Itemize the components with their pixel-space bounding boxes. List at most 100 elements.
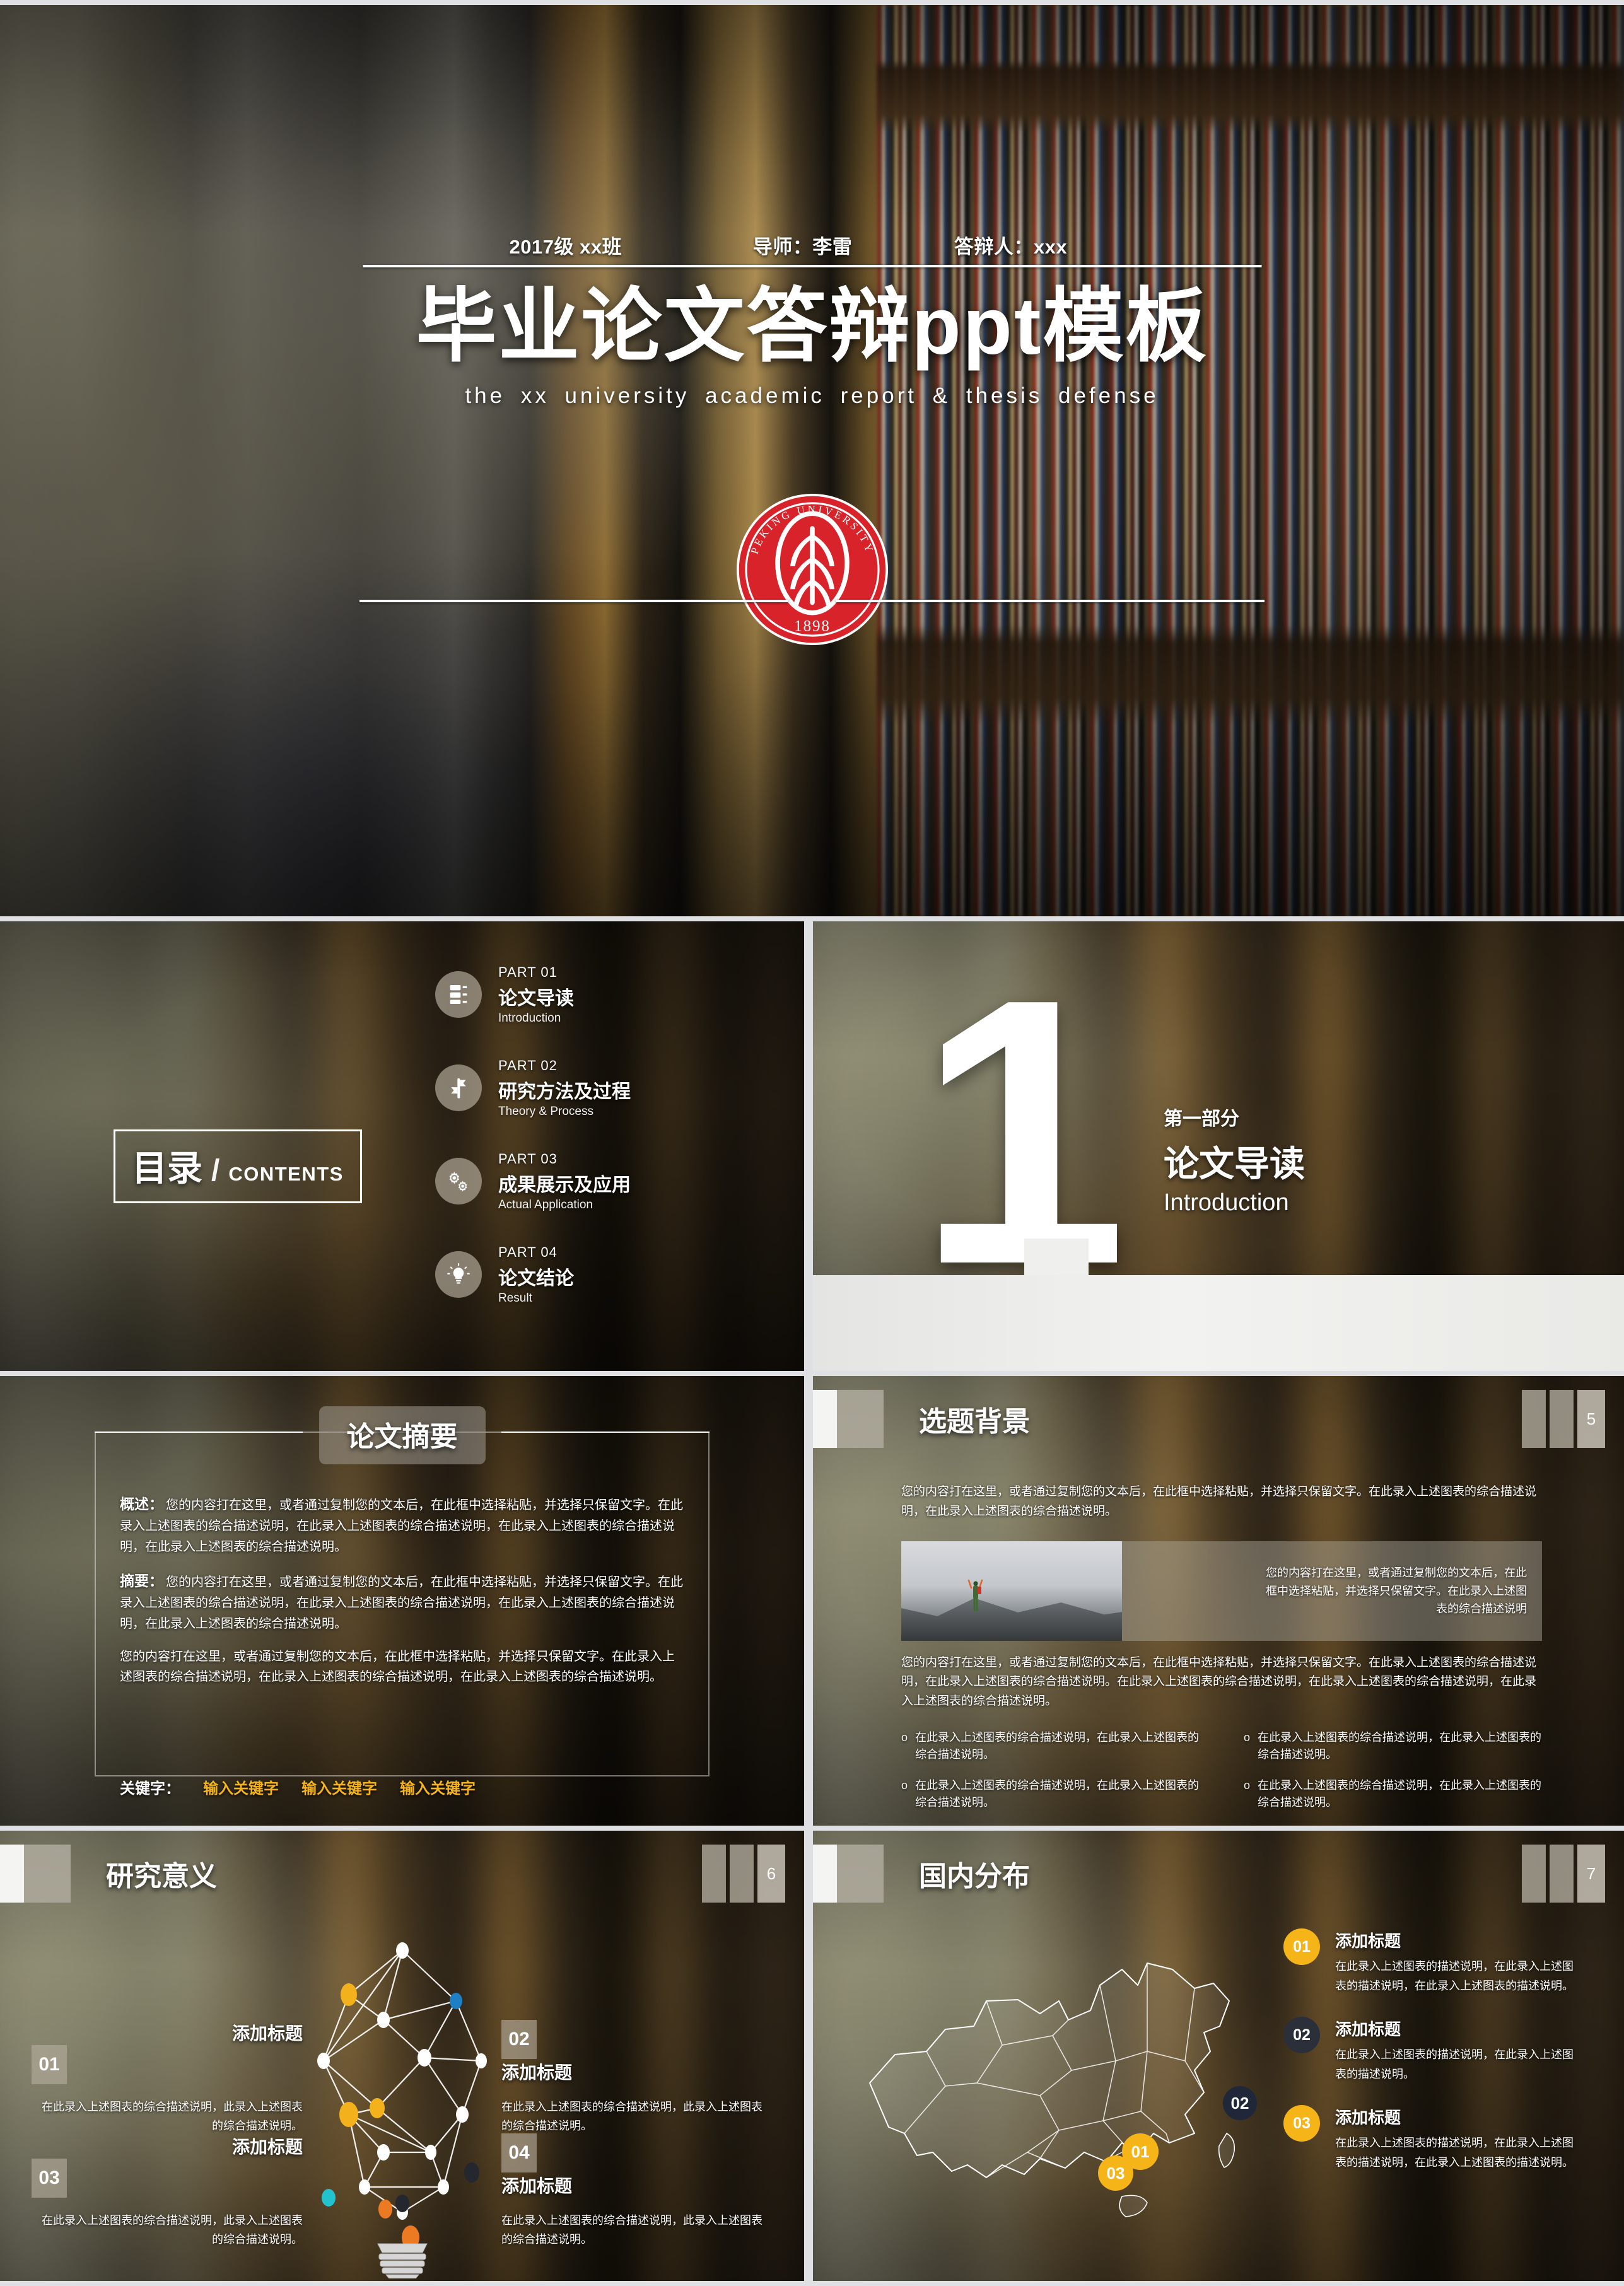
distribution-item-03[interactable]: 03 添加标题 在此录入上述图表的描述说明，在此录入上述图表的描述说明，在此录入… xyxy=(1283,2105,1580,2172)
topic-image-card: 您的内容打在这里，或者通过复制您的文本后，在此框中选择粘贴，并选择只保留文字。在… xyxy=(901,1541,1542,1641)
slide-topic-background[interactable]: 选题背景 5 您的内容打在这里，或者通过复制您的文本后，在此框中选择粘贴，并选择… xyxy=(813,1376,1624,1826)
abstract-rule-left xyxy=(95,1432,303,1433)
keyword-1[interactable]: 输入关键字 xyxy=(203,1776,279,1798)
significance-title-02: 添加标题 xyxy=(501,2063,573,2082)
meta-presenter: 答辩人：xxx xyxy=(954,236,1068,258)
keyword-3[interactable]: 输入关键字 xyxy=(400,1776,476,1798)
abstract-rule-right xyxy=(501,1432,710,1433)
slide-contents[interactable]: 目录 / CONTENTS PART 01 论文导读 Introduction xyxy=(0,921,804,1371)
contents-en-03: Actual Application xyxy=(498,1198,593,1211)
topic-bullet-list: o 在此录入上述图表的综合描述说明，在此录入上述图表的综合描述说明。 o 在此录入上… xyxy=(901,1729,1542,1811)
distribution-desc-01: 在此录入上述图表的描述说明，在此录入上述图表的描述说明，在此录入上述图表的描述说… xyxy=(1335,1960,1574,1992)
header-bar-gray xyxy=(24,1845,71,1903)
bullet-marker-1: o xyxy=(901,1731,908,1744)
topic-bullet-text-3: 在此录入上述图表的综合描述说明，在此录入上述图表的综合描述说明。 xyxy=(915,1779,1200,1809)
significance-desc-04: 在此录入上述图表的综合描述说明，此录入上述图表的综合描述说明。 xyxy=(501,2214,762,2246)
significance-item-03[interactable]: 添加标题 03 在此录入上述图表的综合描述说明，此录入上述图表的综合描述说明。 xyxy=(32,2133,303,2249)
slide-abstract[interactable]: 论文摘要 概述： 您的内容打在这里，或者通过复制您的文本后，在此框中选择粘贴，并选… xyxy=(0,1376,804,1826)
distribution-badge-02: 02 xyxy=(1283,2017,1320,2054)
bullet-marker-4: o xyxy=(1244,1779,1251,1792)
keyword-2[interactable]: 输入关键字 xyxy=(301,1776,377,1798)
distribution-title-01: 添加标题 xyxy=(1335,1932,1401,1951)
map-pin-02[interactable]: 02 xyxy=(1223,2086,1257,2120)
title-subtitle: the xx university academic report & thes… xyxy=(465,383,1159,408)
server-list-icon xyxy=(435,971,482,1018)
distribution-desc-03: 在此录入上述图表的描述说明，在此录入上述图表的描述说明，在此录入上述图表的描述说… xyxy=(1335,2137,1574,2169)
significance-number-02: 02 xyxy=(501,2020,537,2059)
significance-title-01: 添加标题 xyxy=(231,2024,303,2043)
slide-title[interactable]: 2017级 xx班 导师：李雷 答辩人：xxx 毕业论文答辩ppt模板 the … xyxy=(0,5,1624,916)
significance-desc-01: 在此录入上述图表的综合描述说明，此录入上述图表的综合描述说明。 xyxy=(42,2101,303,2132)
slide-domestic-distribution[interactable]: 国内分布 7 01 02 03 01 添加标题 在此录入上述图表的描述说明，在此… xyxy=(813,1831,1624,2281)
topic-bullet-3: o 在此录入上述图表的综合描述说明，在此录入上述图表的综合描述说明。 xyxy=(901,1777,1200,1811)
lightbulb-icon xyxy=(435,1251,482,1298)
page-block-a xyxy=(1522,1390,1546,1448)
seal-rule-left xyxy=(359,600,788,602)
abstract-keywords-row: 关键字： 输入关键字 输入关键字 输入关键字 xyxy=(120,1776,476,1798)
section-number: 1 xyxy=(917,921,1128,1343)
abstract-text-3: 您的内容打在这里，或者通过复制您的文本后，在此框中选择粘贴，并选择只保留文字。在… xyxy=(120,1650,675,1684)
abstract-body: 概述： 您的内容打在这里，或者通过复制您的文本后，在此框中选择粘贴，并选择只保留文… xyxy=(120,1493,684,1700)
page-block-b xyxy=(1550,1390,1574,1448)
contents-badge-en: CONTENTS xyxy=(228,1163,344,1185)
contents-en-02: Theory & Process xyxy=(498,1104,593,1118)
meta-class: 2017级 xx班 xyxy=(509,236,622,258)
peking-university-seal-icon: PEKING UNIVERSITY 1898 xyxy=(733,491,891,648)
contents-part-03: PART 03 xyxy=(498,1150,558,1167)
contents-en-04: Result xyxy=(498,1291,532,1305)
contents-list: PART 01 论文导读 Introduction PART 02 研究方法及过… xyxy=(435,948,763,1321)
slide-section-divider[interactable]: 1 第一部分 论文导读 Introduction xyxy=(813,921,1624,1371)
seal-year: 1898 xyxy=(794,618,831,635)
header-bar-white xyxy=(813,1845,837,1903)
title-background-photo xyxy=(0,5,1624,916)
distribution-item-01[interactable]: 01 添加标题 在此录入上述图表的描述说明，在此录入上述图表的描述说明，在此录入… xyxy=(1283,1928,1580,1995)
header-bar-gray xyxy=(837,1845,884,1903)
page-block-a xyxy=(1522,1845,1546,1903)
contents-item-03[interactable]: PART 03 成果展示及应用 Actual Application xyxy=(435,1134,763,1228)
slide7-header: 国内分布 xyxy=(813,1845,1030,1903)
topic-bullet-1: o 在此录入上述图表的综合描述说明，在此录入上述图表的综合描述说明。 xyxy=(901,1729,1200,1763)
slide7-page-marker: 7 xyxy=(1522,1845,1605,1903)
slide6-page-marker: 6 xyxy=(702,1845,785,1903)
topic-bullet-text-4: 在此录入上述图表的综合描述说明，在此录入上述图表的综合描述说明。 xyxy=(1258,1779,1542,1809)
significance-item-01[interactable]: 添加标题 01 在此录入上述图表的综合描述说明，此录入上述图表的综合描述说明。 xyxy=(32,2020,303,2135)
contents-title-03: 成果展示及应用 xyxy=(498,1174,631,1196)
contents-item-02[interactable]: PART 02 研究方法及过程 Theory & Process xyxy=(435,1041,763,1134)
section-part-label: 第一部分 xyxy=(1164,1109,1239,1129)
significance-title-03: 添加标题 xyxy=(231,2137,303,2157)
slide6-title: 研究意义 xyxy=(106,1861,217,1892)
contents-title-02: 研究方法及过程 xyxy=(498,1081,631,1102)
abstract-text-2: 您的内容打在这里，或者通过复制您的文本后，在此框中选择粘贴，并选择只保留文字。在… xyxy=(120,1575,683,1631)
slide6-header: 研究意义 xyxy=(0,1845,217,1903)
topic-intro-text: 您的内容打在这里，或者通过复制您的文本后，在此框中选择粘贴，并选择只保留文字。在… xyxy=(901,1485,1537,1519)
mountain-photo xyxy=(901,1541,1122,1641)
meta-advisor: 导师：李雷 xyxy=(752,236,853,258)
section-bottom-strip xyxy=(813,1275,1624,1371)
distribution-badge-01: 01 xyxy=(1283,1928,1320,1965)
significance-item-02[interactable]: 02 添加标题 在此录入上述图表的综合描述说明，此录入上述图表的综合描述说明。 xyxy=(501,2020,773,2135)
slide-research-significance[interactable]: 研究意义 6 添加标题 01 在此录入上述图表的综合描述说明，此录入上述图表的综… xyxy=(0,1831,804,2281)
contents-part-01: PART 01 xyxy=(498,964,558,980)
page-title: 毕业论文答辩ppt模板 xyxy=(416,281,1208,371)
page-block-a xyxy=(702,1845,726,1903)
contents-badge-slash: / xyxy=(211,1154,220,1187)
contents-item-01[interactable]: PART 01 论文导读 Introduction xyxy=(435,948,763,1041)
china-map-graphic: 01 02 03 xyxy=(851,1925,1292,2253)
header-bar-white xyxy=(813,1390,837,1448)
distribution-title-02: 添加标题 xyxy=(1335,2020,1401,2039)
abstract-label-1: 概述： xyxy=(120,1496,163,1512)
map-pin-03[interactable]: 03 xyxy=(1098,2155,1133,2191)
slide7-title: 国内分布 xyxy=(919,1861,1030,1892)
page-block-b xyxy=(730,1845,754,1903)
significance-item-04[interactable]: 04 添加标题 在此录入上述图表的综合描述说明，此录入上述图表的综合描述说明。 xyxy=(501,2133,773,2249)
header-bar-white xyxy=(0,1845,24,1903)
slide5-header: 选题背景 xyxy=(813,1390,1030,1448)
distribution-item-02[interactable]: 02 添加标题 在此录入上述图表的描述说明，在此录入上述图表的描述说明。 xyxy=(1283,2017,1580,2084)
contents-en-01: Introduction xyxy=(498,1011,561,1025)
seal-rule-right xyxy=(836,600,1265,602)
contents-item-04[interactable]: PART 04 论文结论 Result xyxy=(435,1228,763,1321)
slide5-page-marker: 5 xyxy=(1522,1390,1605,1448)
distribution-list: 01 添加标题 在此录入上述图表的描述说明，在此录入上述图表的描述说明，在此录入… xyxy=(1283,1928,1580,2194)
topic-body-text: 您的内容打在这里，或者通过复制您的文本后，在此框中选择粘贴，并选择只保留文字。在… xyxy=(901,1656,1537,1708)
abstract-label-2: 摘要： xyxy=(120,1573,163,1590)
